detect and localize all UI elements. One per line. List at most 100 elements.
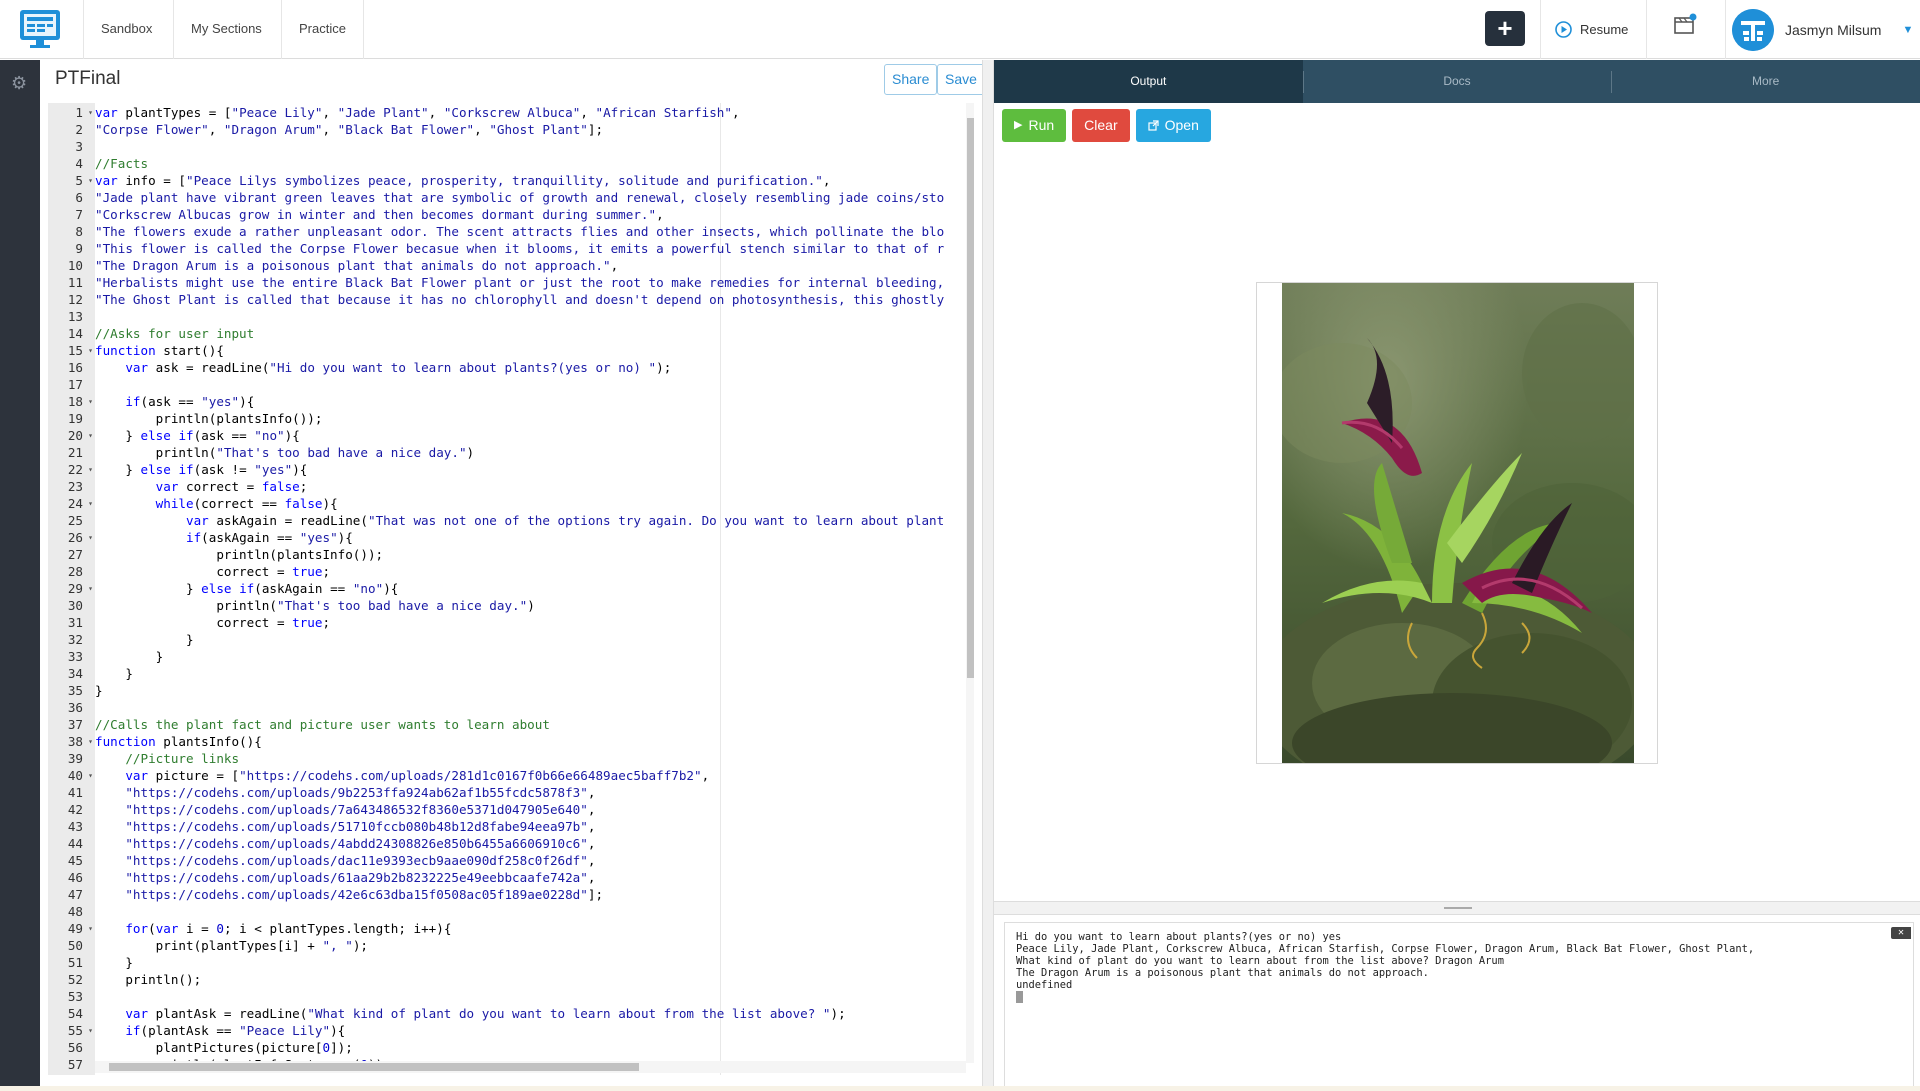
code-line[interactable]: 46 "https://codehs.com/uploads/61aa29b2b… xyxy=(48,869,966,886)
fold-arrow-icon[interactable]: ▾ xyxy=(88,733,93,750)
code-line[interactable]: 48 xyxy=(48,903,966,920)
code-line[interactable]: 32 } xyxy=(48,631,966,648)
fold-arrow-icon[interactable]: ▾ xyxy=(88,427,93,444)
editor-horizontal-scrollbar[interactable] xyxy=(95,1061,966,1073)
code-line[interactable]: 20 ▾ } else if(ask == "no"){ xyxy=(48,427,966,444)
code-line[interactable]: 53 xyxy=(48,988,966,1005)
console-input-cursor[interactable] xyxy=(1016,991,1913,1003)
code-line[interactable]: 35} xyxy=(48,682,966,699)
code-line[interactable]: 13 xyxy=(48,308,966,325)
console-resize-handle[interactable] xyxy=(994,901,1920,915)
clear-console-icon[interactable]: ✕ xyxy=(1891,927,1911,939)
code-line[interactable]: 23 var correct = false; xyxy=(48,478,966,495)
code-line[interactable]: 19 println(plantsInfo()); xyxy=(48,410,966,427)
code-line[interactable]: 28 correct = true; xyxy=(48,563,966,580)
code-line[interactable]: 17 xyxy=(48,376,966,393)
fold-arrow-icon[interactable]: ▾ xyxy=(88,767,93,784)
gear-icon[interactable]: ⚙ xyxy=(11,74,29,92)
code-line[interactable]: 8 "The flowers exude a rather unpleasant … xyxy=(48,223,966,240)
code-line[interactable]: 22 ▾ } else if(ask != "yes"){ xyxy=(48,461,966,478)
code-line[interactable]: 50 print(plantTypes[i] + ", "); xyxy=(48,937,966,954)
chevron-down-icon[interactable]: ▼ xyxy=(1902,24,1913,36)
fold-arrow-icon[interactable]: ▾ xyxy=(88,920,93,937)
fold-arrow-icon[interactable]: ▾ xyxy=(88,1022,93,1039)
code-line[interactable]: 11 "Herbalists might use the entire Black… xyxy=(48,274,966,291)
code-line[interactable]: 39 //Picture links xyxy=(48,750,966,767)
code-line[interactable]: 14 //Asks for user input xyxy=(48,325,966,342)
share-button[interactable]: Share xyxy=(884,64,938,95)
code-line[interactable]: 55 ▾ if(plantAsk == "Peace Lily"){ xyxy=(48,1022,966,1039)
editor-vertical-scrollbar[interactable] xyxy=(966,103,974,1063)
fold-arrow-icon[interactable]: ▾ xyxy=(88,393,93,410)
code-line[interactable]: 3 xyxy=(48,138,966,155)
fold-arrow-icon[interactable]: ▾ xyxy=(88,342,93,359)
clear-button[interactable]: Clear xyxy=(1072,109,1130,142)
code-line[interactable]: 51 } xyxy=(48,954,966,971)
code-line[interactable]: 54 var plantAsk = readLine("What kind of… xyxy=(48,1005,966,1022)
code-line[interactable]: 42 "https://codehs.com/uploads/7a6434865… xyxy=(48,801,966,818)
fold-arrow-icon[interactable]: ▾ xyxy=(88,104,93,121)
fold-arrow-icon[interactable]: ▾ xyxy=(88,580,93,597)
code-line[interactable]: 58▾ xyxy=(48,1073,966,1075)
code-line[interactable]: 27 println(plantsInfo()); xyxy=(48,546,966,563)
code-line[interactable]: 43 "https://codehs.com/uploads/51710fccb… xyxy=(48,818,966,835)
code-line[interactable]: 49 ▾ for(var i = 0; i < plantTypes.length… xyxy=(48,920,966,937)
code-line[interactable]: 7 "Corkscrew Albucas grow in winter and t… xyxy=(48,206,966,223)
code-line[interactable]: 41 "https://codehs.com/uploads/9b2253ffa… xyxy=(48,784,966,801)
console-output[interactable]: ✕ Hi do you want to learn about plants?(… xyxy=(1004,922,1914,1091)
user-menu[interactable]: Jasmyn Milsum ▼ xyxy=(1728,0,1913,59)
code-line[interactable]: 24 ▾ while(correct == false){ xyxy=(48,495,966,512)
monitor-logo-icon[interactable] xyxy=(18,8,62,50)
code-line[interactable]: 18 ▾ if(ask == "yes"){ xyxy=(48,393,966,410)
code-line[interactable]: 12 "The Ghost Plant is called that becaus… xyxy=(48,291,966,308)
code-line[interactable]: 26 ▾ if(askAgain == "yes"){ xyxy=(48,529,966,546)
code-line[interactable]: 52 println(); xyxy=(48,971,966,988)
code-editor[interactable]: 1 ▾ var plantTypes = ["Peace Lily", "Jade … xyxy=(48,103,974,1075)
fold-arrow-icon[interactable]: ▾ xyxy=(88,529,93,546)
code-line[interactable]: 1 ▾ var plantTypes = ["Peace Lily", "Jade … xyxy=(48,104,966,121)
code-line[interactable]: 44 "https://codehs.com/uploads/4abdd2430… xyxy=(48,835,966,852)
code-line[interactable]: 40 ▾ var picture = ["https://codehs.com/u… xyxy=(48,767,966,784)
code-line[interactable]: 9 "This flower is called the Corpse Flowe… xyxy=(48,240,966,257)
run-button[interactable]: ▶ Run xyxy=(1002,109,1067,142)
code-line[interactable]: 33 } xyxy=(48,648,966,665)
nav-practice[interactable]: Practice xyxy=(281,0,364,59)
notifications-button[interactable] xyxy=(1646,0,1726,59)
code-line[interactable]: 16 var ask = readLine("Hi do you want to… xyxy=(48,359,966,376)
pane-resize-handle[interactable] xyxy=(982,60,994,1091)
tab-more[interactable]: More xyxy=(1611,60,1920,103)
create-new-button[interactable]: + xyxy=(1485,11,1525,46)
fold-arrow-icon[interactable]: ▾ xyxy=(88,1073,93,1075)
save-button[interactable]: Save xyxy=(937,64,985,95)
tab-output[interactable]: Output xyxy=(994,60,1303,103)
code-line[interactable]: 21 println("That's too bad have a nice d… xyxy=(48,444,966,461)
scroll-thumb[interactable] xyxy=(967,118,974,678)
code-line[interactable]: 31 correct = true; xyxy=(48,614,966,631)
code-line[interactable]: 36 xyxy=(48,699,966,716)
code-line[interactable]: 15 ▾ function start(){ xyxy=(48,342,966,359)
code-line[interactable]: 2 "Corpse Flower", "Dragon Arum", "Black … xyxy=(48,121,966,138)
nav-sandbox[interactable]: Sandbox xyxy=(83,0,169,59)
code-text: if(ask == "yes"){ xyxy=(125,394,255,409)
resume-button[interactable]: Resume xyxy=(1540,0,1646,59)
code-line[interactable]: 25 var askAgain = readLine("That was not… xyxy=(48,512,966,529)
fold-arrow-icon[interactable]: ▾ xyxy=(88,461,93,478)
fold-arrow-icon[interactable]: ▾ xyxy=(88,495,93,512)
code-line[interactable]: 6 "Jade plant have vibrant green leaves t… xyxy=(48,189,966,206)
fold-arrow-icon[interactable]: ▾ xyxy=(88,172,93,189)
code-line[interactable]: 10 "The Dragon Arum is a poisonous plant … xyxy=(48,257,966,274)
nav-my-sections[interactable]: My Sections xyxy=(173,0,279,59)
scroll-thumb[interactable] xyxy=(109,1063,639,1071)
code-line[interactable]: 38 ▾ function plantsInfo(){ xyxy=(48,733,966,750)
code-line[interactable]: 5 ▾ var info = ["Peace Lilys symbolizes pe… xyxy=(48,172,966,189)
code-line[interactable]: 30 println("That's too bad have a nice d… xyxy=(48,597,966,614)
tab-docs[interactable]: Docs xyxy=(1302,60,1612,103)
code-line[interactable]: 56 plantPictures(picture[0]); xyxy=(48,1039,966,1056)
code-line[interactable]: 29 ▾ } else if(askAgain == "no"){ xyxy=(48,580,966,597)
code-line[interactable]: 47 "https://codehs.com/uploads/42e6c63db… xyxy=(48,886,966,903)
open-button[interactable]: Open xyxy=(1135,109,1211,142)
code-line[interactable]: 37 //Calls the plant fact and picture use… xyxy=(48,716,966,733)
code-line[interactable]: 34 } xyxy=(48,665,966,682)
code-line[interactable]: 4 //Facts xyxy=(48,155,966,172)
code-line[interactable]: 45 "https://codehs.com/uploads/dac11e939… xyxy=(48,852,966,869)
